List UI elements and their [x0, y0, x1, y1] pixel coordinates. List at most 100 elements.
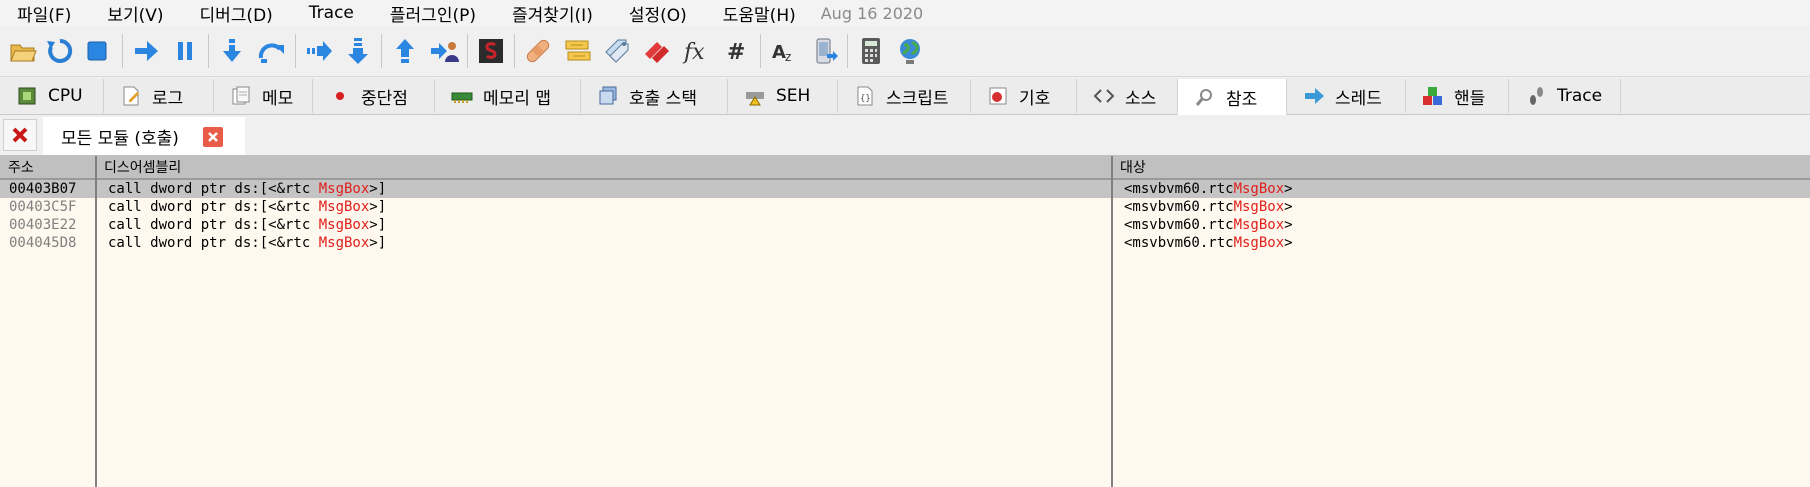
run-icon[interactable] — [129, 34, 163, 68]
tab-seh[interactable]: SEH — [728, 79, 838, 113]
tab-label: 로그 — [152, 88, 184, 109]
menu-bar: 파일(F) 보기(V) 디버그(D) Trace 플러그인(P) 즐겨찾기(I)… — [0, 0, 1810, 26]
tab-label: 메모리 맵 — [483, 88, 551, 109]
tab-call-stack[interactable]: 호출 스택 — [581, 79, 728, 113]
target-cell: <msvbvm60.rtcMsgBox> — [1124, 181, 1293, 197]
tab-label: 스레드 — [1335, 88, 1382, 109]
tab-label: Trace — [1557, 86, 1603, 106]
menu-options[interactable]: 설정(O) — [612, 1, 687, 26]
tab-cpu[interactable]: CPU — [0, 79, 104, 113]
call-stack-icon — [597, 85, 619, 107]
menu-favourites[interactable]: 즐겨찾기(I) — [495, 1, 593, 26]
target-cell: <msvbvm60.rtcMsgBox> — [1124, 235, 1293, 251]
globe-icon[interactable] — [893, 34, 927, 68]
svg-text:{}: {} — [860, 94, 871, 104]
main-tab-bar: CPU 로그 메모 중단점 메모리 맵 호출 스택 SEH {} 스크립트 기호… — [0, 78, 1810, 115]
tab-label: 호출 스택 — [629, 88, 697, 109]
tab-symbols[interactable]: 기호 — [971, 79, 1077, 113]
menu-view[interactable]: 보기(V) — [90, 1, 163, 26]
references-icon — [1194, 86, 1216, 108]
mobile-icon[interactable] — [807, 34, 841, 68]
tab-notes[interactable]: 메모 — [214, 79, 313, 113]
restart-icon[interactable] — [43, 34, 77, 68]
tab-source[interactable]: 소스 — [1077, 79, 1178, 113]
menu-trace[interactable]: Trace — [292, 3, 354, 23]
tab-label: 핸들 — [1454, 88, 1486, 109]
table-row[interactable]: 00403C5F call dword ptr ds:[<&rtc MsgBox… — [0, 198, 1810, 216]
toolbar: fx # Az — [0, 26, 1810, 77]
tab-threads[interactable]: 스레드 — [1287, 79, 1406, 113]
svg-text:z: z — [785, 50, 791, 64]
close-all-button[interactable] — [3, 119, 37, 151]
address-cell: 00403C5F — [9, 199, 77, 215]
tab-label: SEH — [776, 86, 811, 106]
strings-icon[interactable]: Az — [767, 34, 801, 68]
column-header-address[interactable]: 주소 — [0, 156, 96, 178]
log-icon — [120, 85, 142, 107]
menu-debug[interactable]: 디버그(D) — [183, 1, 273, 26]
disassembly-cell: call dword ptr ds:[<&rtc MsgBox>] — [108, 217, 387, 233]
column-divider[interactable] — [1111, 156, 1113, 487]
trace-icon — [1525, 85, 1547, 107]
close-icon — [12, 127, 28, 143]
menu-help[interactable]: 도움말(H) — [706, 1, 796, 26]
handles-icon — [1422, 85, 1444, 107]
step-over-icon[interactable] — [255, 34, 289, 68]
table-row[interactable]: 00403B07 call dword ptr ds:[<&rtc MsgBox… — [0, 180, 1810, 198]
patch-icon[interactable] — [521, 34, 555, 68]
tab-breakpoints[interactable]: 중단점 — [313, 79, 435, 113]
labels-icon[interactable] — [600, 34, 634, 68]
threads-icon — [1303, 85, 1325, 107]
table-row[interactable]: 00403E22 call dword ptr ds:[<&rtc MsgBox… — [0, 216, 1810, 234]
tab-label: 중단점 — [361, 88, 408, 109]
pause-icon[interactable] — [168, 34, 202, 68]
trace-into-icon[interactable] — [302, 34, 336, 68]
address-cell: 004045D8 — [9, 235, 77, 251]
tab-references[interactable]: 참조 — [1178, 79, 1287, 115]
variables-icon[interactable]: # — [719, 34, 753, 68]
tab-label: 메모 — [262, 88, 294, 109]
reference-tab-all-modules-calls[interactable]: 모든 모듈 (호출) — [43, 117, 245, 155]
stop-icon[interactable] — [80, 34, 114, 68]
notes-icon — [230, 85, 252, 107]
target-cell: <msvbvm60.rtcMsgBox> — [1124, 217, 1293, 233]
close-tab-button[interactable] — [203, 127, 223, 147]
symbols-icon — [987, 85, 1009, 107]
execute-till-return-icon[interactable] — [388, 34, 422, 68]
tab-memory-map[interactable]: 메모리 맵 — [435, 79, 581, 113]
references-table: 주소 디스어셈블리 대상 00403B07 call dword ptr ds:… — [0, 156, 1810, 487]
tab-label: 스크립트 — [886, 88, 949, 109]
column-divider[interactable] — [95, 156, 97, 487]
table-row[interactable]: 004045D8 call dword ptr ds:[<&rtc MsgBox… — [0, 234, 1810, 252]
functions-icon[interactable]: fx — [680, 34, 714, 68]
comments-icon[interactable] — [561, 34, 595, 68]
menu-file[interactable]: 파일(F) — [0, 1, 71, 26]
scylla-icon[interactable] — [474, 34, 508, 68]
disassembly-cell: call dword ptr ds:[<&rtc MsgBox>] — [108, 181, 387, 197]
tab-handles[interactable]: 핸들 — [1406, 79, 1509, 113]
tab-script[interactable]: {} 스크립트 — [838, 79, 971, 113]
build-date: Aug 16 2020 — [820, 3, 924, 23]
open-icon[interactable] — [6, 34, 40, 68]
disassembly-cell: call dword ptr ds:[<&rtc MsgBox>] — [108, 235, 387, 251]
column-header-target[interactable]: 대상 — [1112, 156, 1810, 178]
svg-text:fx: fx — [682, 40, 705, 65]
script-icon: {} — [854, 85, 876, 107]
address-cell: 00403B07 — [9, 181, 77, 197]
bookmarks-icon[interactable] — [640, 34, 674, 68]
run-to-user-code-icon[interactable] — [427, 34, 461, 68]
column-header-disassembly[interactable]: 디스어셈블리 — [96, 156, 1112, 178]
tab-label: 소스 — [1125, 88, 1157, 109]
menu-plugins[interactable]: 플러그인(P) — [373, 1, 476, 26]
reference-tab-label: 모든 모듈 (호출) — [61, 128, 179, 149]
tab-trace[interactable]: Trace — [1509, 79, 1621, 113]
step-into-icon[interactable] — [215, 34, 249, 68]
source-icon — [1093, 85, 1115, 107]
breakpoint-icon — [329, 85, 351, 107]
tab-label: 기호 — [1019, 88, 1051, 109]
tab-label: CPU — [48, 86, 83, 106]
trace-over-icon[interactable] — [341, 34, 375, 68]
target-cell: <msvbvm60.rtcMsgBox> — [1124, 199, 1293, 215]
calculator-icon[interactable] — [854, 34, 888, 68]
tab-log[interactable]: 로그 — [104, 79, 214, 113]
